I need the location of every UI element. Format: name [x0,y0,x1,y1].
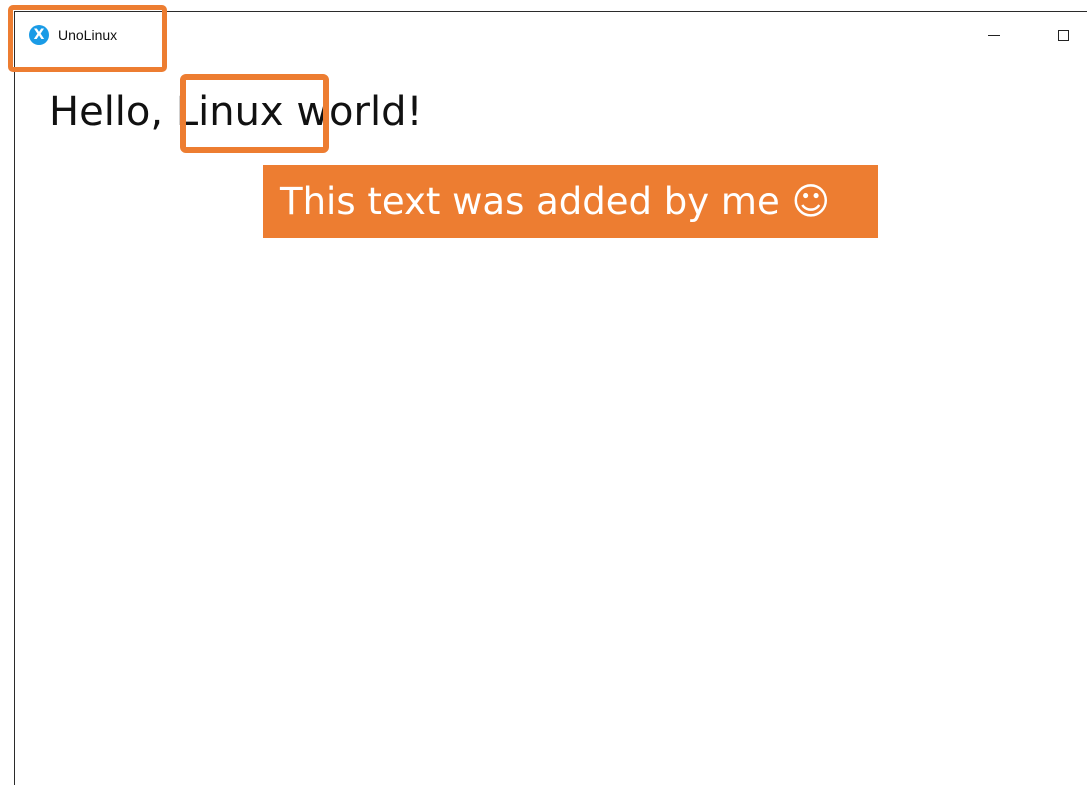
uno-platform-logo-icon: X [29,25,49,45]
greeting-highlight-word: Linux [175,89,284,135]
window-title: UnoLinux [58,27,118,43]
title-bar[interactable]: X UnoLinux [15,12,1087,58]
greeting-suffix: world! [283,89,423,135]
maximize-button[interactable] [1040,12,1086,58]
maximize-icon [1057,29,1069,41]
annotation-callout: This text was added by me ☺ [263,165,878,238]
minimize-icon [988,34,1000,36]
greeting-text: Hello, Linux world! [49,92,423,132]
app-window: X UnoLinux Hello, Linux world! [14,11,1087,785]
minimize-button[interactable] [971,12,1017,58]
greeting-prefix: Hello, [49,89,176,135]
